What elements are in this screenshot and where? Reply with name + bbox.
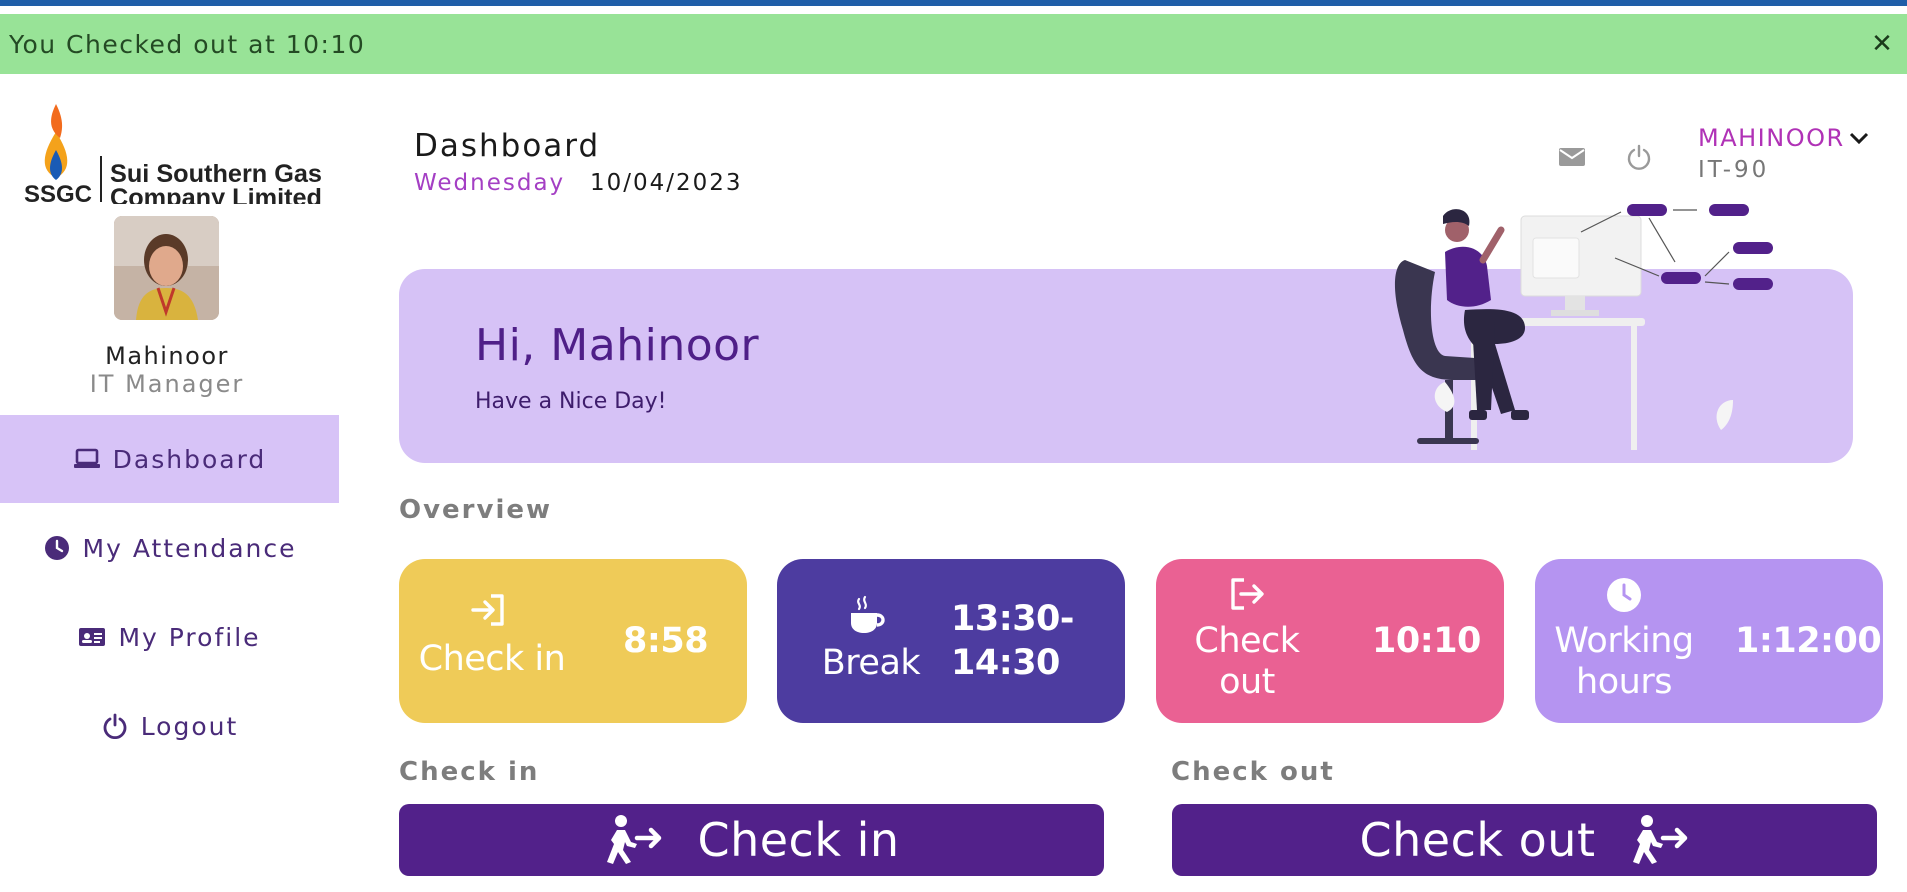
logo-line2: Company Limited: [110, 184, 322, 204]
sidebar-item-label: My Profile: [118, 622, 261, 652]
laptop-icon: [73, 445, 101, 473]
logo-abbr: SSGC: [24, 181, 92, 204]
sidebar-user-name: Mahinoor: [105, 342, 229, 370]
overview-title: Overview: [399, 495, 553, 525]
top-accent-bar: [0, 0, 1907, 6]
greeting-text: Hi, Mahinoor: [475, 320, 760, 371]
card-label: Break: [821, 643, 921, 683]
break-card[interactable]: Break 13:30- 14:30: [777, 559, 1125, 723]
sign-in-icon: [469, 593, 507, 627]
card-label-line1: Working: [1554, 621, 1694, 661]
checkin-card[interactable]: Check in 8:58: [399, 559, 747, 723]
checkout-button[interactable]: Check out: [1172, 804, 1877, 876]
checkout-section-title: Check out: [1171, 757, 1335, 787]
clock-icon: [43, 534, 71, 562]
sidebar-item-my-profile[interactable]: My Profile: [0, 593, 339, 681]
user-id: IT-90: [1698, 157, 1770, 183]
sidebar-item-dashboard[interactable]: Dashboard: [0, 415, 339, 503]
sidebar-user-role: IT Manager: [89, 370, 245, 398]
mail-icon[interactable]: [1555, 140, 1589, 174]
header-day: Wednesday: [414, 170, 566, 196]
greeting-subtitle: Have a Nice Day!: [475, 389, 667, 414]
alert-message: You Checked out at 10:10: [9, 29, 366, 59]
walking-arrow-icon: [1629, 814, 1689, 866]
walking-arrow-icon: [603, 814, 663, 866]
sign-out-icon: [1228, 577, 1266, 611]
working-hours-card[interactable]: Working hours 1:12:00: [1535, 559, 1883, 723]
checkin-button[interactable]: Check in: [399, 804, 1104, 876]
office-illustration: [1375, 190, 1795, 460]
page-title: Dashboard: [414, 128, 601, 164]
coffee-icon: [847, 595, 887, 635]
sidebar-item-my-attendance[interactable]: My Attendance: [0, 504, 339, 592]
sidebar-item-label: Dashboard: [112, 444, 267, 474]
sidebar: SSGC Sui Southern Gas Company Limited Ma…: [0, 74, 339, 892]
card-value: 8:58: [623, 621, 709, 661]
user-menu-name[interactable]: MAHINOOR: [1698, 124, 1845, 152]
card-label-line1: Check: [1194, 621, 1300, 661]
checkin-section-title: Check in: [399, 757, 540, 787]
card-value-end: 14:30: [951, 643, 1060, 683]
header-date: 10/04/2023: [590, 170, 743, 196]
close-icon[interactable]: ✕: [1867, 29, 1897, 59]
sidebar-item-logout[interactable]: Logout: [0, 682, 339, 770]
power-icon: [101, 712, 129, 740]
sidebar-item-label: My Attendance: [82, 533, 297, 563]
company-logo: SSGC Sui Southern Gas Company Limited: [24, 104, 324, 204]
chevron-down-icon[interactable]: [1849, 126, 1869, 150]
checkin-button-label: Check in: [697, 813, 900, 867]
card-label-line2: out: [1219, 662, 1275, 702]
clock-icon: [1606, 577, 1642, 613]
card-value-start: 13:30-: [951, 599, 1074, 639]
checkout-alert: You Checked out at 10:10 ✕: [0, 14, 1907, 74]
checkout-button-label: Check out: [1359, 813, 1596, 867]
card-label: Check in: [418, 639, 566, 679]
power-icon[interactable]: [1622, 140, 1656, 174]
card-label-line2: hours: [1576, 662, 1672, 702]
avatar: [114, 216, 219, 320]
sidebar-item-label: Logout: [140, 711, 239, 741]
card-value: 10:10: [1372, 621, 1481, 661]
checkout-card[interactable]: Check out 10:10: [1156, 559, 1504, 723]
card-value: 1:12:00: [1735, 621, 1882, 661]
id-card-icon: [78, 623, 106, 651]
